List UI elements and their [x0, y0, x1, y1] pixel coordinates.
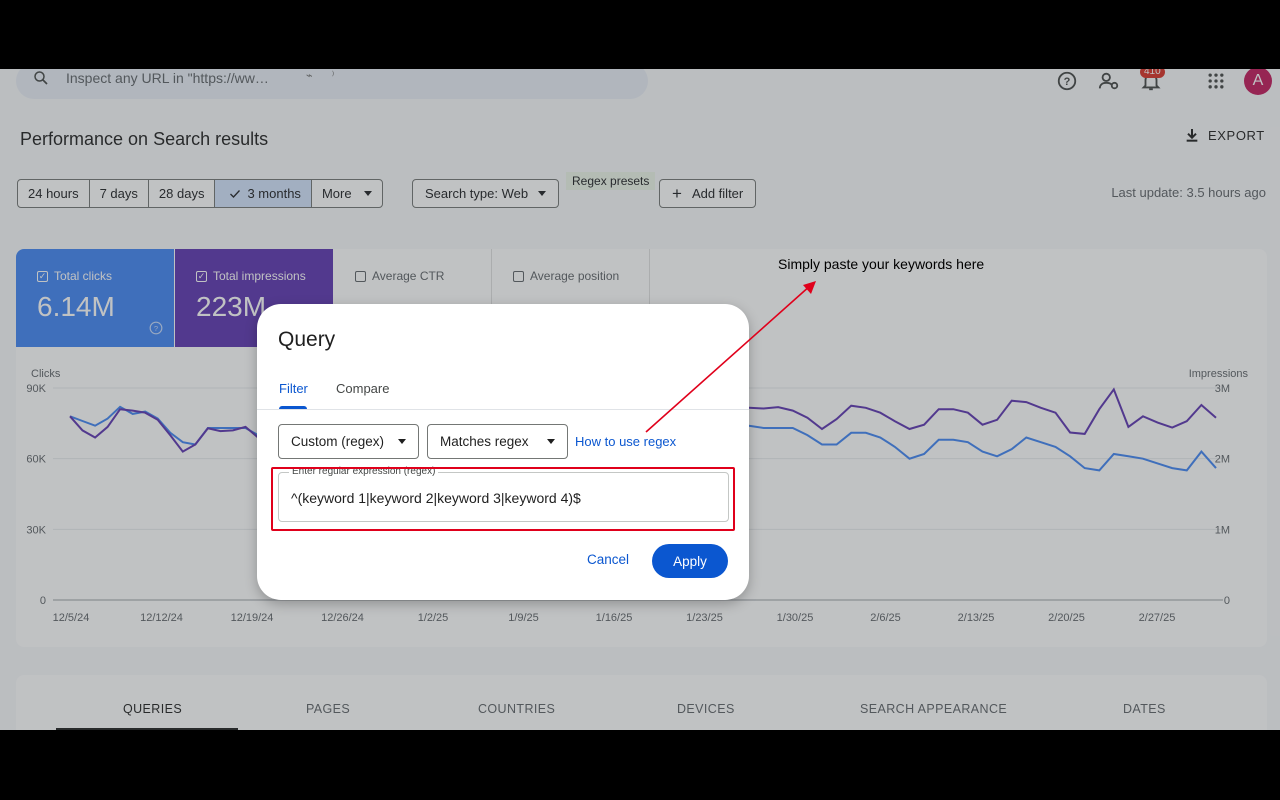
annotation-arrow-head	[803, 281, 816, 294]
annotation-arrow-line	[645, 284, 812, 433]
annotation-arrow	[645, 281, 816, 433]
